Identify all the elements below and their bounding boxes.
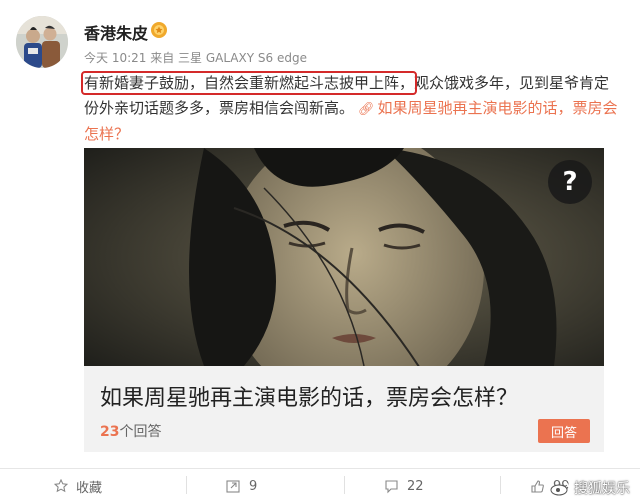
repost-count: 9 bbox=[249, 478, 258, 494]
action-separator bbox=[186, 476, 187, 494]
card-title[interactable]: 如果周星驰再主演电影的话，票房会怎样？ bbox=[100, 380, 518, 412]
comment-icon bbox=[385, 479, 398, 493]
answer-button[interactable]: 回答 bbox=[538, 419, 590, 443]
answer-count-suffix: 个回答 bbox=[119, 424, 162, 440]
repost-icon bbox=[226, 479, 240, 493]
avatar-photo bbox=[16, 16, 68, 68]
answer-count: 23个回答 bbox=[100, 421, 161, 441]
medal-icon[interactable] bbox=[150, 21, 168, 39]
weibo-logo-icon bbox=[550, 481, 569, 496]
question-card[interactable]: ? 如果周星驰再主演电影的话，票房会怎样？ 23个回答 回答 bbox=[84, 148, 604, 452]
watermark-text: 搜狐娱乐 bbox=[574, 481, 630, 497]
post-text: 有新婚妻子鼓励，自然会重新燃起斗志披甲上阵，观众饿戏多年，见到星爷肯定份外亲切话… bbox=[80, 71, 624, 147]
user-name[interactable]: 香港朱皮 bbox=[84, 20, 148, 44]
watermark: 搜狐娱乐 bbox=[550, 478, 630, 498]
repost-button[interactable]: 9 bbox=[226, 474, 257, 498]
help-button[interactable]: ? bbox=[548, 160, 592, 204]
avatar[interactable] bbox=[16, 16, 68, 68]
star-icon bbox=[54, 479, 68, 493]
action-separator bbox=[344, 476, 345, 494]
post-meta: 今天 10:21 来自 三星 GALAXY S6 edge bbox=[84, 51, 307, 65]
action-divider bbox=[0, 468, 640, 469]
comment-count: 22 bbox=[407, 478, 424, 494]
card-image: ? bbox=[84, 148, 604, 366]
link-icon: 🔗︎ bbox=[358, 102, 375, 117]
action-separator bbox=[500, 476, 501, 494]
thumbs-up-icon bbox=[531, 479, 544, 493]
highlighted-sentence: 有新婚妻子鼓励，自然会重新燃起斗志披甲上阵， bbox=[80, 71, 418, 95]
favorite-button[interactable]: 收藏 bbox=[54, 474, 102, 498]
answer-count-number: 23 bbox=[100, 424, 120, 440]
movie-still bbox=[84, 148, 604, 366]
favorite-label: 收藏 bbox=[76, 480, 103, 496]
comment-button[interactable]: 22 bbox=[384, 474, 424, 498]
